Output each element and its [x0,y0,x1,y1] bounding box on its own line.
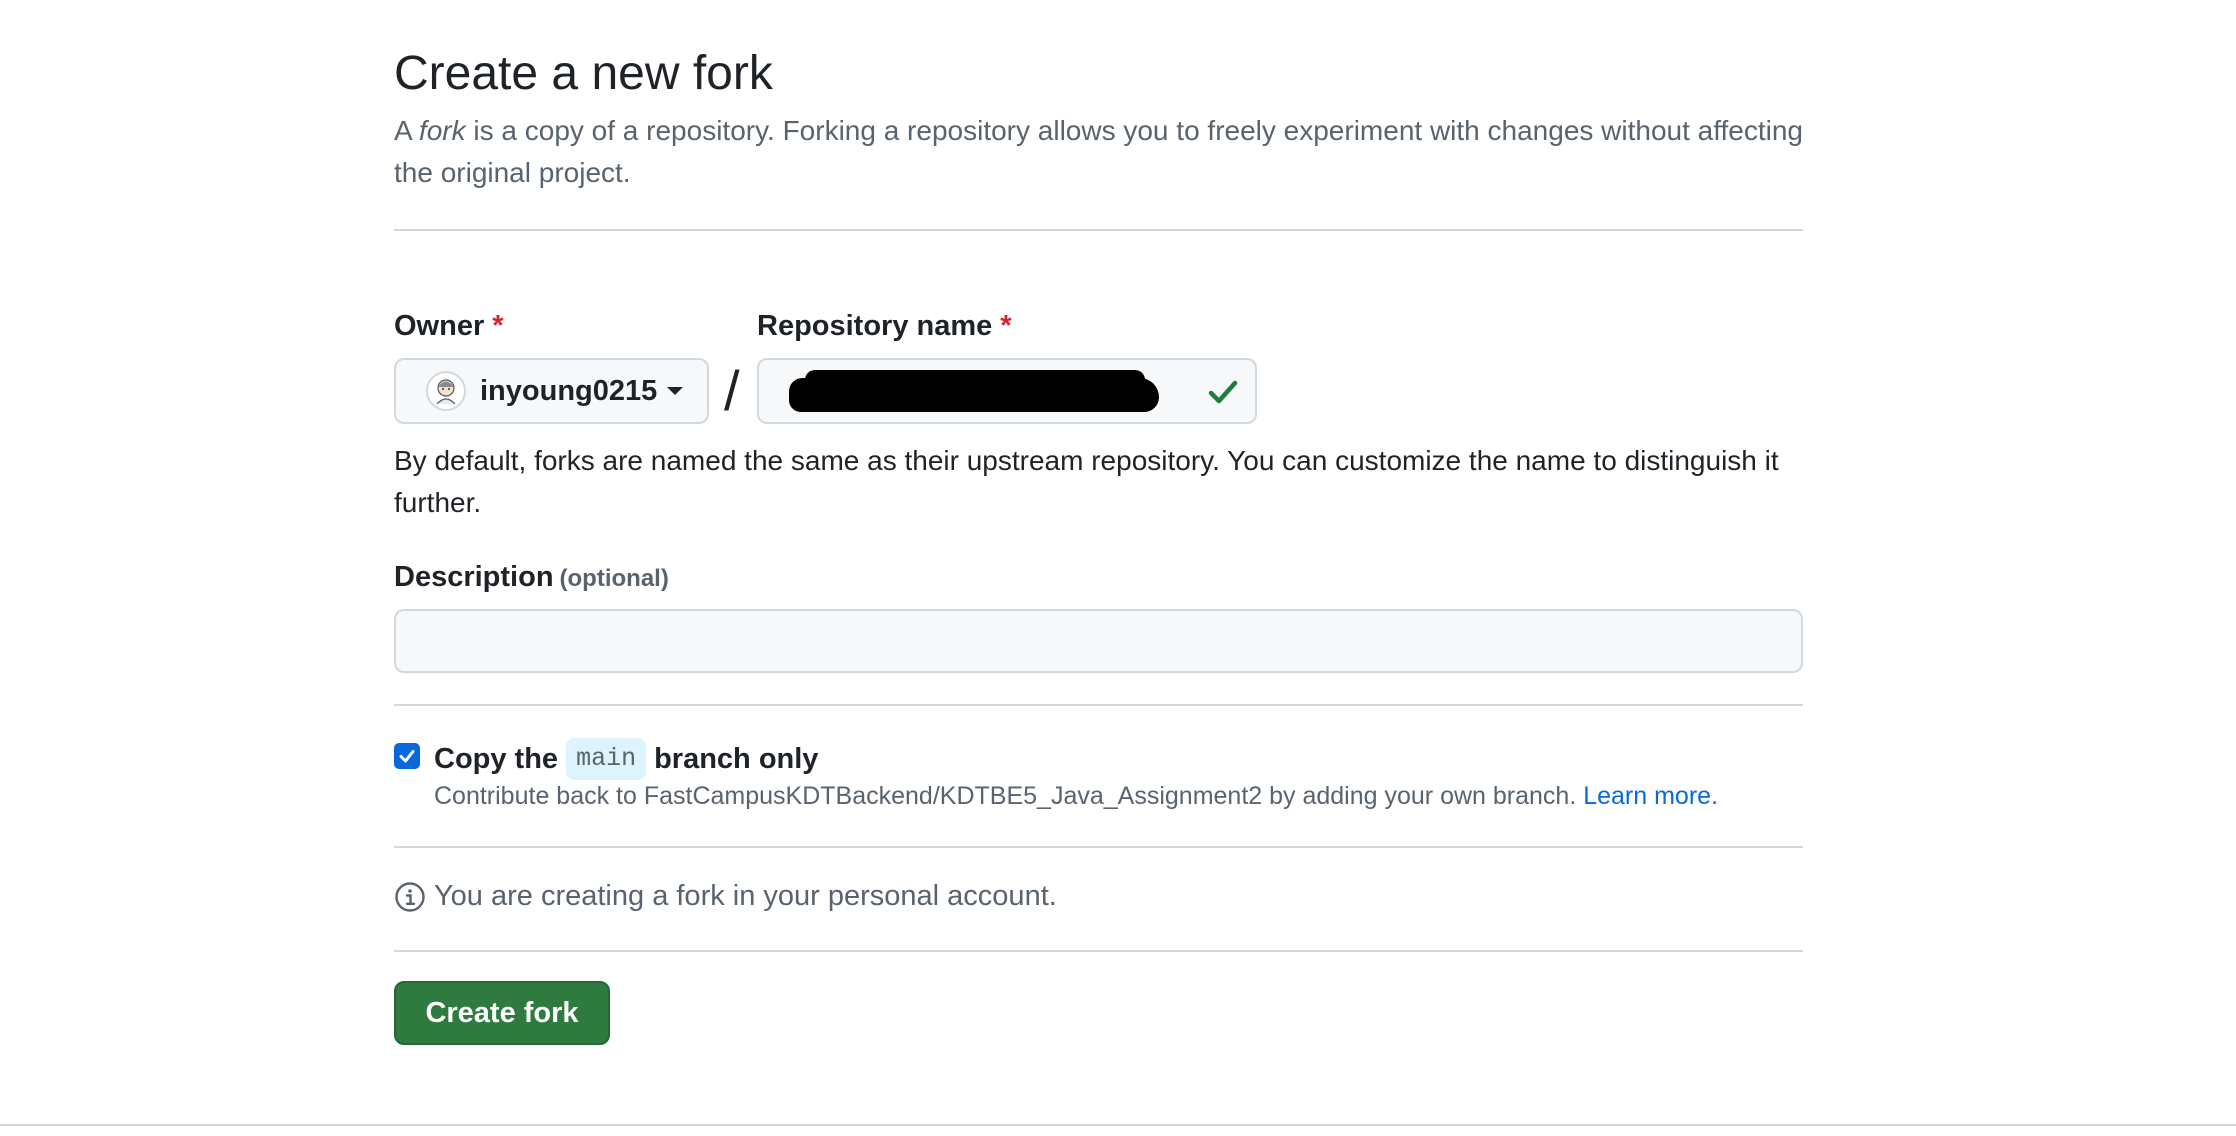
repository-name-help: By default, forks are named the same as … [394,445,1779,518]
copy-branch-hint: Contribute back to FastCampusKDTBackend/… [434,782,1719,810]
check-icon [1208,380,1238,404]
owner-name: inyoung0215 [480,374,658,407]
owner-label: Owner * [394,310,504,342]
divider [394,846,1803,848]
description-input[interactable] [394,609,1803,673]
redaction-mark [805,370,1145,390]
avatar-image [436,379,456,405]
description-label: Description (optional) [394,561,669,593]
chevron-down-icon [667,387,684,395]
info-notice: You are creating a fork in your personal… [394,880,1057,913]
optional-tag: (optional) [559,565,669,592]
copy-branch-label[interactable]: Copy the main branch only [434,738,818,780]
branch-name-code: main [566,738,647,780]
footer-divider [0,1124,2236,1126]
info-icon [395,881,425,912]
avatar [426,371,466,411]
repository-name-input[interactable] [757,358,1257,424]
owner-repo-separator: / [724,359,740,422]
divider [394,950,1803,952]
info-text: You are creating a fork in your personal… [434,880,1057,912]
copy-main-branch-checkbox[interactable] [394,743,420,769]
checkmark-icon [399,750,415,763]
create-fork-button[interactable]: Create fork [394,981,610,1045]
divider [394,229,1803,231]
subtitle-emphasis: fork [418,115,466,146]
required-mark: * [492,310,504,342]
divider [394,704,1803,706]
owner-select[interactable]: inyoung0215 [394,358,709,424]
repository-name-label: Repository name * [757,310,1012,342]
learn-more-link[interactable]: Learn more. [1583,782,1718,810]
required-mark: * [1000,310,1012,342]
page-title: Create a new fork [394,47,773,100]
page-subtitle: A fork is a copy of a repository. Forkin… [394,115,1804,188]
